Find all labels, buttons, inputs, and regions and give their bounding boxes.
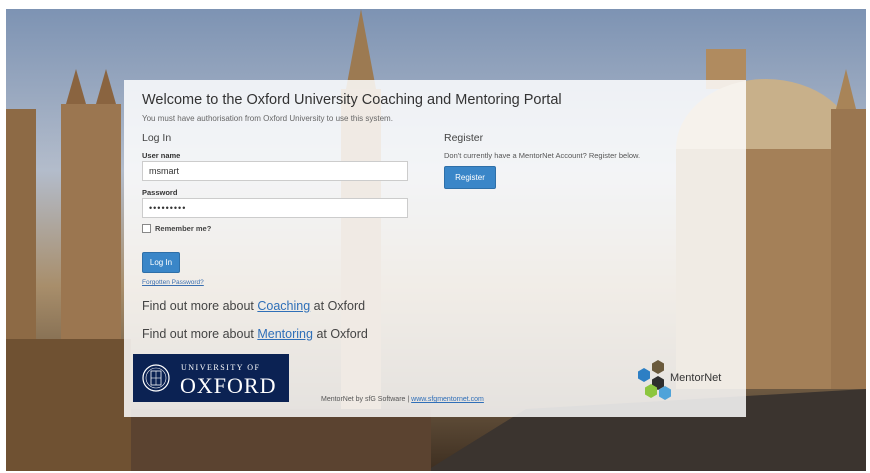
- mentoring-suffix: at Oxford: [316, 327, 368, 341]
- footer: MentorNet by sfG Software | www.sfgmento…: [321, 396, 484, 403]
- forgot-password-link[interactable]: Forgotten Password?: [142, 279, 204, 286]
- coaching-suffix: at Oxford: [313, 299, 366, 313]
- coaching-info: Find out more about Coaching at Oxford: [142, 299, 365, 313]
- register-button[interactable]: Register: [444, 166, 496, 189]
- login-panel: Welcome to the Oxford University Coachin…: [124, 80, 746, 417]
- remember-me[interactable]: Remember me?: [142, 224, 211, 233]
- coaching-link[interactable]: Coaching: [257, 299, 310, 313]
- footer-link[interactable]: www.sfgmentornet.com: [411, 396, 484, 403]
- page-title: Welcome to the Oxford University Coachin…: [142, 92, 562, 108]
- oxford-logo: UNIVERSITY OF OXFORD: [133, 354, 289, 402]
- oxford-logo-oxford: OXFORD: [180, 373, 277, 398]
- register-heading: Register: [444, 132, 484, 144]
- footer-text: MentorNet by sfG Software |: [321, 396, 410, 403]
- login-heading: Log In: [142, 132, 172, 144]
- page-subtitle: You must have authorisation from Oxford …: [142, 114, 393, 123]
- register-text: Don't currently have a MentorNet Account…: [444, 151, 641, 160]
- mentoring-info: Find out more about Mentoring at Oxford: [142, 327, 368, 341]
- username-input[interactable]: msmart: [142, 161, 408, 181]
- mentoring-link[interactable]: Mentoring: [257, 327, 313, 341]
- mentornet-logo-text: MentorNet: [670, 372, 722, 384]
- oxford-logo-university-of: UNIVERSITY OF: [181, 363, 261, 372]
- login-button[interactable]: Log In: [142, 252, 180, 273]
- password-input[interactable]: •••••••••: [142, 198, 408, 218]
- password-label: Password: [142, 188, 178, 197]
- remember-label: Remember me?: [155, 224, 212, 233]
- oxford-crest-icon: [142, 364, 170, 392]
- coaching-prefix: Find out more about: [142, 299, 254, 313]
- username-label: User name: [142, 151, 181, 160]
- remember-checkbox[interactable]: [142, 224, 151, 233]
- mentoring-prefix: Find out more about: [142, 327, 254, 341]
